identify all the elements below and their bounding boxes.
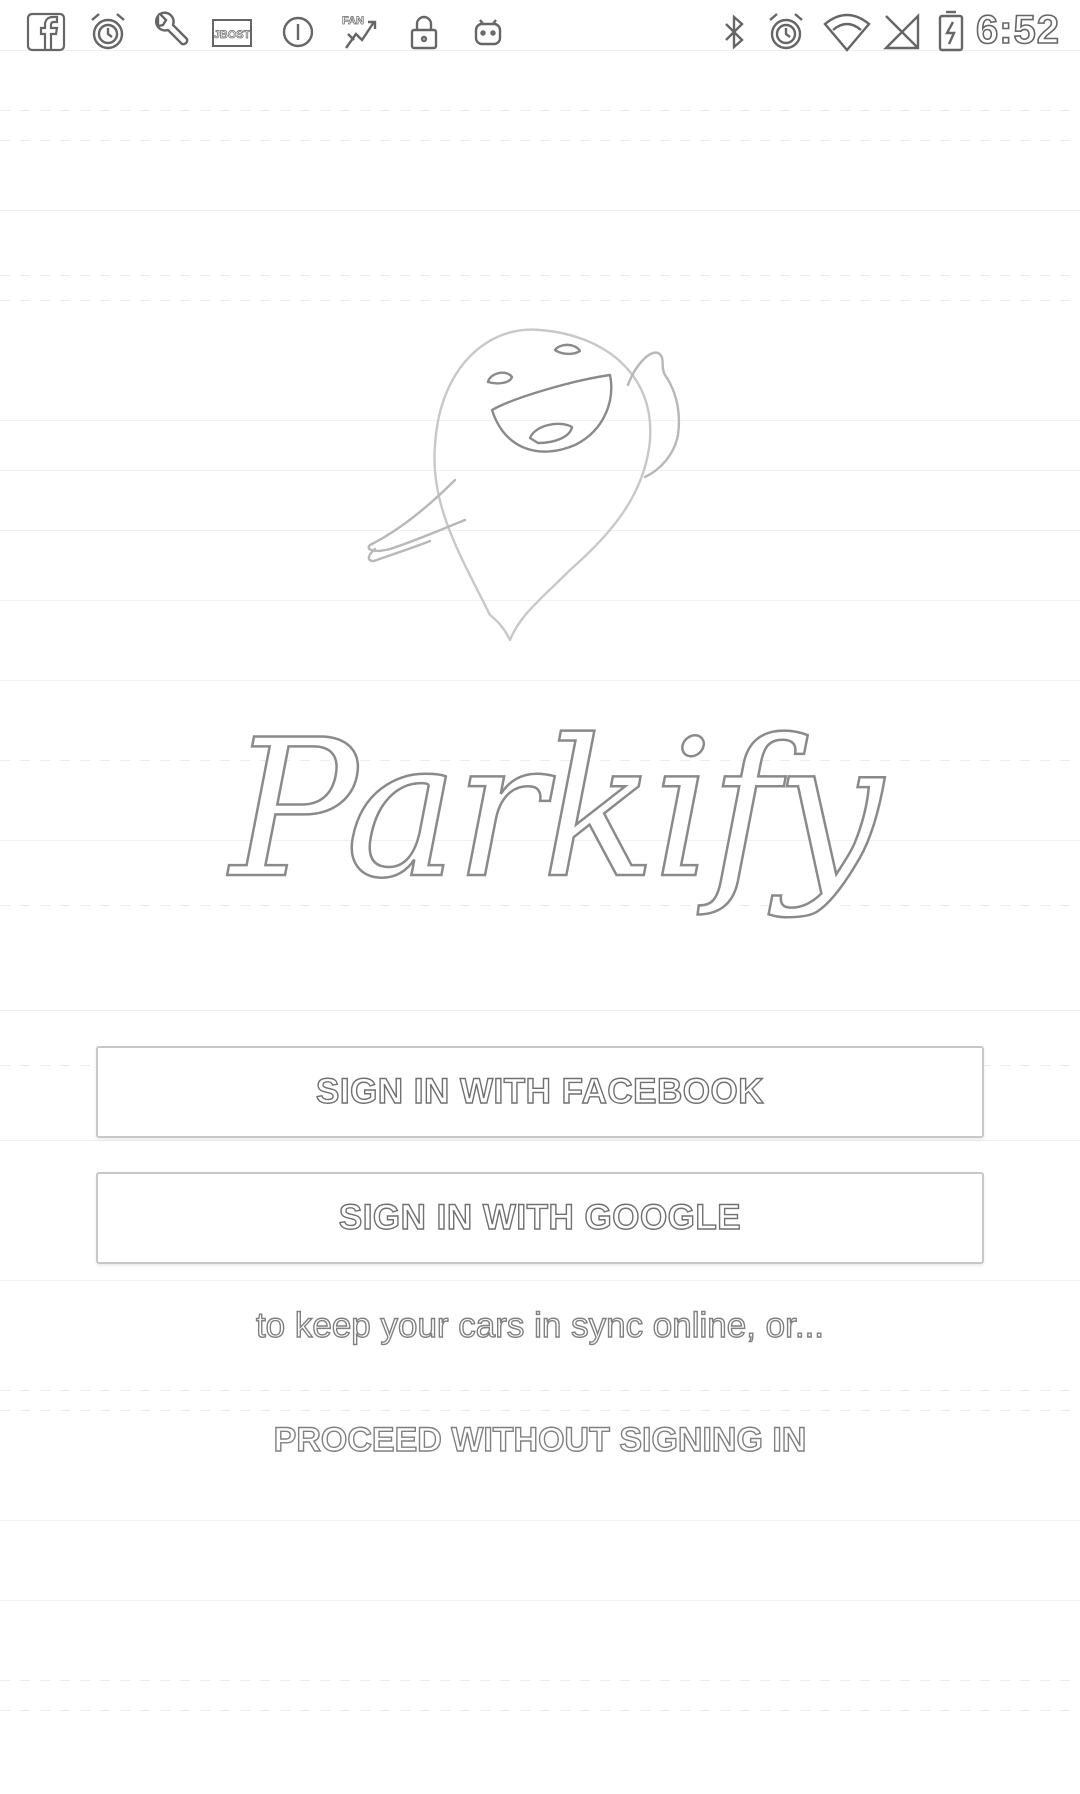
app-logo: Parkify bbox=[200, 690, 884, 960]
status-bar: JBOST FAN 6:52 bbox=[0, 0, 1080, 63]
clock-time: 6:52 bbox=[975, 7, 1060, 53]
wifi-icon bbox=[822, 10, 872, 54]
svg-text:FAN: FAN bbox=[342, 15, 364, 27]
fan-icon: FAN bbox=[338, 10, 382, 54]
proceed-label: PROCEED WITHOUT SIGNING IN bbox=[273, 1420, 807, 1459]
jbost-icon: JBOST bbox=[210, 10, 254, 54]
svg-text:JBOST: JBOST bbox=[214, 29, 251, 41]
sync-description: to keep your cars in sync online, or... bbox=[255, 1305, 825, 1345]
app-name: Parkify bbox=[229, 698, 884, 922]
sign-in-facebook-button[interactable]: SIGN IN WITH FACEBOOK bbox=[96, 1046, 984, 1138]
bluetooth-icon bbox=[712, 10, 756, 54]
facebook-icon bbox=[24, 10, 68, 54]
sign-in-facebook-label: SIGN IN WITH FACEBOOK bbox=[315, 1071, 764, 1111]
circle-icon bbox=[276, 10, 320, 54]
ghost-pin-mascot bbox=[360, 305, 720, 655]
sign-in-google-label: SIGN IN WITH GOOGLE bbox=[338, 1197, 742, 1237]
battery-charging-icon bbox=[934, 10, 968, 54]
android-icon bbox=[466, 10, 510, 54]
alarm-icon bbox=[86, 10, 130, 54]
wrench-icon bbox=[148, 10, 192, 54]
lock-icon bbox=[402, 10, 446, 54]
sign-in-google-button[interactable]: SIGN IN WITH GOOGLE bbox=[96, 1172, 984, 1264]
no-sim-icon bbox=[880, 10, 924, 54]
proceed-without-signing-in-button[interactable]: PROCEED WITHOUT SIGNING IN bbox=[240, 1410, 840, 1470]
alarm-icon bbox=[764, 10, 808, 54]
